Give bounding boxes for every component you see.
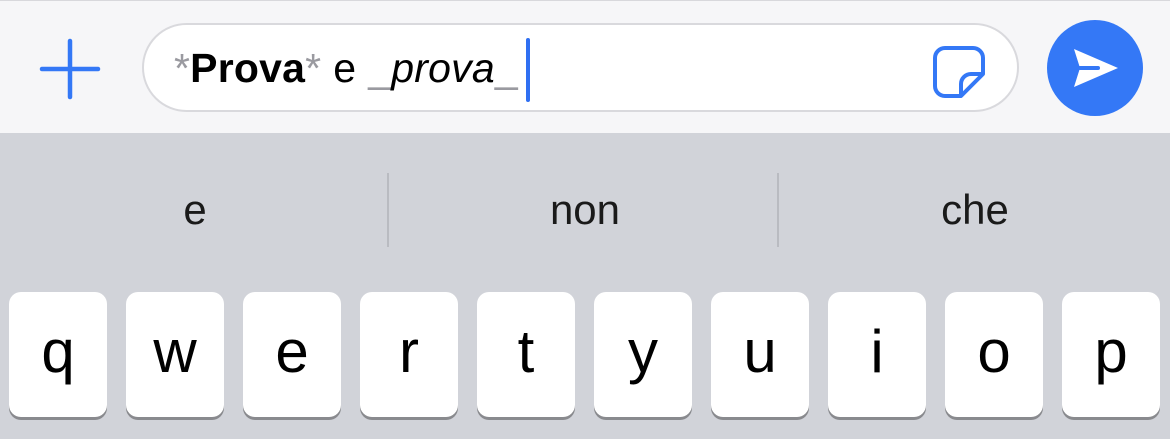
plus-icon (39, 38, 101, 100)
key-r[interactable]: r (360, 292, 458, 417)
key-i[interactable]: i (828, 292, 926, 417)
composer-bar: * Prova * e _ prova _ (0, 0, 1170, 133)
prediction-3[interactable]: che (780, 173, 1170, 247)
italic-marker-close: _ (494, 44, 518, 91)
send-button[interactable] (1047, 20, 1143, 116)
prediction-divider (777, 173, 779, 247)
key-u[interactable]: u (711, 292, 809, 417)
prediction-divider (387, 173, 389, 247)
prediction-1[interactable]: e (0, 173, 390, 247)
key-e[interactable]: e (243, 292, 341, 417)
key-o[interactable]: o (945, 292, 1043, 417)
key-y[interactable]: y (594, 292, 692, 417)
attach-button[interactable] (38, 37, 102, 101)
bold-marker-close: * (305, 44, 322, 91)
sticker-button[interactable] (930, 43, 988, 101)
bold-marker-open: * (174, 44, 191, 91)
prediction-2[interactable]: non (390, 173, 780, 247)
key-w[interactable]: w (126, 292, 224, 417)
message-text: * Prova * e _ prova _ (174, 38, 530, 102)
key-q[interactable]: q (9, 292, 107, 417)
key-t[interactable]: t (477, 292, 575, 417)
predictive-text-bar: e non che (0, 133, 1170, 290)
connector-text: e (333, 44, 357, 91)
key-p[interactable]: p (1062, 292, 1160, 417)
italic-marker-open: _ (368, 44, 392, 91)
message-input[interactable]: * Prova * e _ prova _ (142, 23, 1019, 112)
sticker-icon (933, 46, 985, 98)
italic-text: prova (391, 44, 495, 91)
bold-text: Prova (190, 44, 306, 91)
paper-plane-icon (1074, 49, 1118, 87)
text-caret (525, 38, 530, 102)
